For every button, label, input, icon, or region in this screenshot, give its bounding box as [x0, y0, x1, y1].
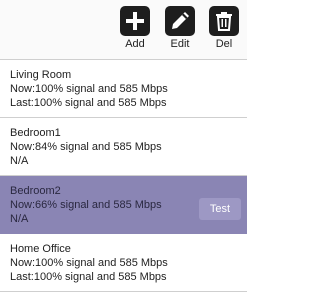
- location-name: Bedroom2: [10, 185, 61, 197]
- now-signal: Now:100% signal and 585 Mbps: [10, 257, 168, 269]
- edit-label: Edit: [170, 38, 190, 50]
- list-item[interactable]: Home Office Now:100% signal and 585 Mbps…: [0, 234, 247, 292]
- delete-button[interactable]: Del: [204, 6, 244, 56]
- list-item-selected[interactable]: Bedroom2 Now:66% signal and 585 Mbps N/A…: [0, 176, 247, 234]
- location-name: Bedroom1: [10, 127, 61, 139]
- list-item[interactable]: Living Room Now:100% signal and 585 Mbps…: [0, 60, 247, 118]
- toolbar: Add Edit Del: [0, 0, 247, 60]
- last-signal: Last:100% signal and 585 Mbps: [10, 97, 167, 109]
- plus-icon: [120, 6, 150, 36]
- last-signal: Last:100% signal and 585 Mbps: [10, 271, 167, 283]
- last-signal: N/A: [10, 155, 29, 167]
- edit-button[interactable]: Edit: [160, 6, 200, 56]
- add-label: Add: [125, 38, 145, 50]
- list-item[interactable]: Bedroom1 Now:84% signal and 585 Mbps N/A: [0, 118, 247, 176]
- now-signal: Now:84% signal and 585 Mbps: [10, 141, 162, 153]
- del-label: Del: [215, 38, 233, 50]
- test-button[interactable]: Test: [199, 198, 241, 220]
- add-button[interactable]: Add: [115, 6, 155, 56]
- trash-icon: [209, 6, 239, 36]
- location-name: Living Room: [10, 69, 72, 81]
- now-signal: Now:100% signal and 585 Mbps: [10, 83, 168, 95]
- pencil-icon: [165, 6, 195, 36]
- location-list: Living Room Now:100% signal and 585 Mbps…: [0, 60, 247, 292]
- location-name: Home Office: [10, 243, 71, 255]
